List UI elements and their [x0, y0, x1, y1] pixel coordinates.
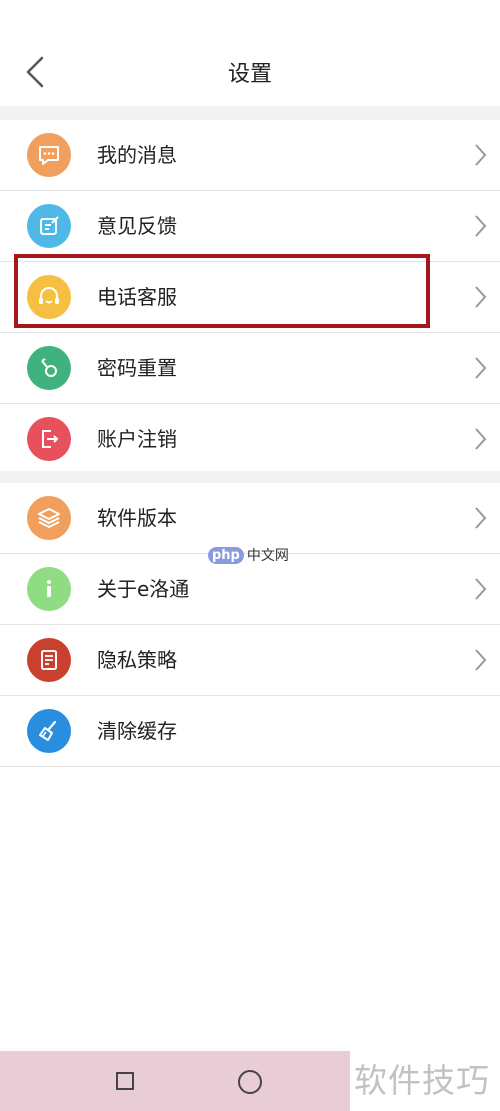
home-button[interactable]	[238, 1070, 262, 1094]
menu-item-software-version[interactable]: 软件版本	[0, 483, 500, 554]
menu-item-label: 密码重置	[97, 356, 177, 380]
watermark-logo-text: 中文网	[246, 548, 289, 564]
menu-item-label: 隐私策略	[97, 648, 177, 672]
watermark-corner-text: 软件技巧	[354, 1061, 490, 1100]
menu-item-label: 电话客服	[97, 285, 177, 309]
chevron-right-icon	[475, 649, 487, 671]
chevron-right-icon	[475, 578, 487, 600]
menu-item-privacy-policy[interactable]: 隐私策略	[0, 625, 500, 696]
logout-icon	[27, 417, 71, 461]
menu-item-label: 我的消息	[97, 143, 177, 167]
watermark-php-tag: php	[208, 546, 244, 564]
menu-item-label: 软件版本	[97, 506, 177, 530]
menu-item-label: 清除缓存	[97, 719, 177, 743]
system-nav-bar	[0, 1051, 350, 1111]
feedback-edit-icon	[27, 204, 71, 248]
chevron-right-icon	[475, 286, 487, 308]
menu-item-password-reset[interactable]: 密码重置	[0, 333, 500, 404]
menu-item-phone-support[interactable]: 电话客服	[0, 262, 500, 333]
menu-item-my-messages[interactable]: 我的消息	[0, 120, 500, 191]
page-title: 设置	[227, 62, 272, 87]
chevron-right-icon	[475, 428, 487, 450]
section-divider	[0, 106, 500, 120]
layers-icon	[27, 496, 71, 540]
headset-icon	[27, 275, 71, 319]
document-icon	[27, 638, 71, 682]
info-icon	[27, 567, 71, 611]
menu-item-feedback[interactable]: 意见反馈	[0, 191, 500, 262]
header: 设置	[0, 0, 500, 106]
menu-item-clear-cache[interactable]: 清除缓存	[0, 696, 500, 767]
chevron-right-icon	[475, 144, 487, 166]
menu-item-account-cancel[interactable]: 账户注销	[0, 404, 500, 475]
chevron-right-icon	[475, 215, 487, 237]
settings-group-2: 软件版本 关于e洛通 隐私策略 清除缓存	[0, 483, 500, 767]
watermark-logo: php 中文网	[208, 545, 289, 565]
menu-item-label: 关于e洛通	[97, 577, 190, 601]
settings-group-1: 我的消息 意见反馈 电话客服 密码重置 账户注销	[0, 120, 500, 475]
recent-apps-button[interactable]	[116, 1072, 134, 1090]
menu-item-label: 账户注销	[97, 427, 177, 451]
message-icon	[27, 133, 71, 177]
section-divider	[0, 471, 500, 483]
chevron-right-icon	[475, 357, 487, 379]
key-icon	[27, 346, 71, 390]
chevron-right-icon	[475, 507, 487, 529]
broom-icon	[27, 709, 71, 753]
menu-item-label: 意见反馈	[97, 214, 177, 238]
